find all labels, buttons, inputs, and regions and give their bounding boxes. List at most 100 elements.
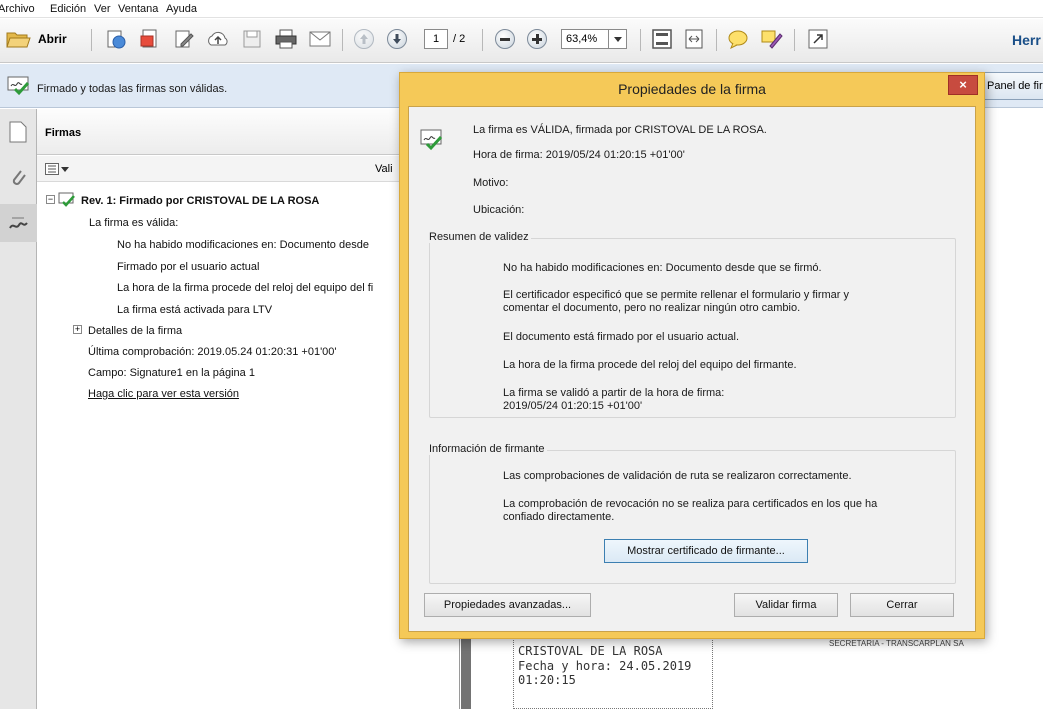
last-check: Última comprobación: 2019.05.24 01:20:31… bbox=[88, 346, 337, 358]
page-total: / 2 bbox=[453, 33, 466, 45]
summary-line: No ha habido modificaciones en: Document… bbox=[503, 262, 822, 274]
separator bbox=[716, 29, 717, 51]
signature-pen-icon bbox=[9, 217, 28, 229]
signer-info-label: Información de firmante bbox=[427, 443, 547, 455]
summary-line: El certificador especificó que se permit… bbox=[503, 289, 850, 301]
menu-bar: Archivo Edición Ver Ventana Ayuda bbox=[0, 0, 1043, 18]
tree-item: No ha habido modificaciones en: Document… bbox=[117, 239, 369, 251]
combine-icon bbox=[140, 29, 157, 48]
comment-button[interactable] bbox=[726, 27, 750, 51]
zoom-input[interactable]: 63,4% bbox=[561, 29, 609, 49]
separator bbox=[482, 29, 483, 51]
edit-button[interactable] bbox=[172, 27, 196, 51]
save-icon bbox=[243, 30, 261, 48]
plus-icon bbox=[527, 29, 547, 49]
validity-summary-label: Resumen de validez bbox=[427, 231, 531, 243]
signature-field: Campo: Signature1 en la página 1 bbox=[88, 367, 255, 379]
signature-box[interactable]: CRISTOVAL DE LA ROSA Fecha y hora: 24.05… bbox=[513, 629, 713, 709]
summary-line: 2019/05/24 01:20:15 +01'00' bbox=[503, 400, 643, 412]
arrow-up-icon bbox=[354, 29, 374, 49]
menu-ayuda[interactable]: Ayuda bbox=[166, 3, 197, 15]
fullscreen-button[interactable] bbox=[806, 27, 830, 51]
navigation-rail bbox=[0, 109, 37, 709]
validate-signature-button[interactable]: Validar firma bbox=[734, 593, 838, 617]
sign-date: Fecha y hora: 24.05.2019 bbox=[518, 659, 692, 673]
page-number-input[interactable]: 1 bbox=[424, 29, 448, 49]
list-options-icon bbox=[45, 163, 59, 175]
panel-title: Firmas bbox=[45, 127, 82, 139]
speech-bubble-icon bbox=[728, 30, 748, 49]
signatures-tab[interactable] bbox=[0, 204, 37, 242]
fit-width-button[interactable] bbox=[682, 27, 706, 51]
pencil-icon bbox=[175, 30, 194, 48]
tree-item: La firma está activada para LTV bbox=[117, 304, 273, 316]
menu-ventana[interactable]: Ventana bbox=[118, 3, 158, 15]
revision-title[interactable]: Rev. 1: Firmado por CRISTOVAL DE LA ROSA bbox=[81, 195, 319, 207]
tree-item: La hora de la firma procede del reloj de… bbox=[117, 282, 374, 294]
zoom-dropdown[interactable] bbox=[609, 29, 627, 49]
minus-icon bbox=[495, 29, 515, 49]
create-pdf-button[interactable] bbox=[104, 27, 128, 51]
print-button[interactable] bbox=[274, 27, 298, 51]
options-menu-button[interactable] bbox=[45, 162, 69, 176]
save-button[interactable] bbox=[240, 27, 264, 51]
signature-valid-icon bbox=[420, 129, 443, 151]
collapse-toggle[interactable]: − bbox=[46, 195, 55, 204]
close-icon[interactable]: × bbox=[948, 75, 978, 95]
summary-line: El documento está firmado por el usuario… bbox=[503, 331, 740, 343]
open-label: Abrir bbox=[38, 32, 67, 46]
close-button[interactable]: Cerrar bbox=[850, 593, 954, 617]
summary-line: La hora de la firma procede del reloj de… bbox=[503, 359, 797, 371]
menu-ver[interactable]: Ver bbox=[94, 3, 111, 15]
separator bbox=[640, 29, 641, 51]
prev-page-button[interactable] bbox=[353, 27, 375, 51]
menu-edicion[interactable]: Edición bbox=[50, 3, 86, 15]
company-text: SECRETARIA - TRANSCARPLAN SA bbox=[829, 639, 964, 648]
separator bbox=[342, 29, 343, 51]
zoom-out-button[interactable] bbox=[494, 27, 516, 51]
validate-all-link[interactable]: Vali bbox=[375, 163, 393, 175]
highlight-pen-icon bbox=[761, 30, 783, 49]
expand-toggle[interactable]: + bbox=[73, 325, 82, 334]
signature-status-text: Firmado y todas las firmas son válidas. bbox=[37, 83, 228, 95]
upload-button[interactable] bbox=[206, 27, 230, 51]
signature-valid-icon bbox=[58, 192, 75, 207]
signature-valid-icon bbox=[7, 76, 30, 96]
menu-archivo[interactable]: Archivo bbox=[0, 3, 35, 15]
signer-line: Las comprobaciones de validación de ruta… bbox=[503, 470, 852, 482]
attachment-icon[interactable] bbox=[9, 167, 27, 189]
chevron-down-icon bbox=[613, 36, 622, 42]
tools-pane-label[interactable]: Herr bbox=[1012, 32, 1041, 48]
signing-time: Hora de firma: 2019/05/24 01:20:15 +01'0… bbox=[473, 149, 685, 161]
signer-line: confiado directamente. bbox=[503, 511, 615, 523]
arrow-down-icon bbox=[387, 29, 407, 49]
folder-icon bbox=[6, 32, 31, 48]
fit-page-button[interactable] bbox=[650, 27, 674, 51]
highlight-button[interactable] bbox=[760, 27, 784, 51]
page-thumbnails-icon[interactable] bbox=[9, 121, 27, 143]
printer-icon bbox=[275, 29, 297, 49]
signer-name: CRISTOVAL DE LA ROSA bbox=[518, 644, 663, 658]
zoom-in-button[interactable] bbox=[526, 27, 548, 51]
sign-time: 01:20:15 bbox=[518, 673, 576, 687]
envelope-icon bbox=[309, 31, 331, 47]
fit-width-icon bbox=[685, 29, 703, 49]
email-button[interactable] bbox=[308, 27, 332, 51]
summary-line: comentar el documento, pero no realizar … bbox=[503, 302, 801, 314]
next-page-button[interactable] bbox=[386, 27, 408, 51]
view-version-link[interactable]: Haga clic para ver esta versión bbox=[88, 388, 239, 400]
chevron-down-icon bbox=[61, 166, 69, 172]
combine-button[interactable] bbox=[138, 27, 162, 51]
open-button[interactable]: Abrir bbox=[6, 27, 78, 51]
dialog-title: Propiedades de la firma bbox=[618, 81, 766, 97]
separator bbox=[794, 29, 795, 51]
signatures-panel-header: Firmas bbox=[37, 109, 460, 155]
expand-icon bbox=[808, 29, 828, 49]
dialog-body: La firma es VÁLIDA, firmada por CRISTOVA… bbox=[408, 106, 976, 632]
advanced-properties-button[interactable]: Propiedades avanzadas... bbox=[424, 593, 591, 617]
signatures-panel: Firmas Vali − Rev. 1: Firmado por CRISTO… bbox=[37, 109, 460, 709]
signature-details[interactable]: Detalles de la firma bbox=[88, 325, 182, 337]
location-label: Ubicación: bbox=[473, 204, 525, 216]
signature-panel-button[interactable]: Panel de fir bbox=[984, 72, 1043, 100]
show-certificate-button[interactable]: Mostrar certificado de firmante... bbox=[604, 539, 808, 563]
